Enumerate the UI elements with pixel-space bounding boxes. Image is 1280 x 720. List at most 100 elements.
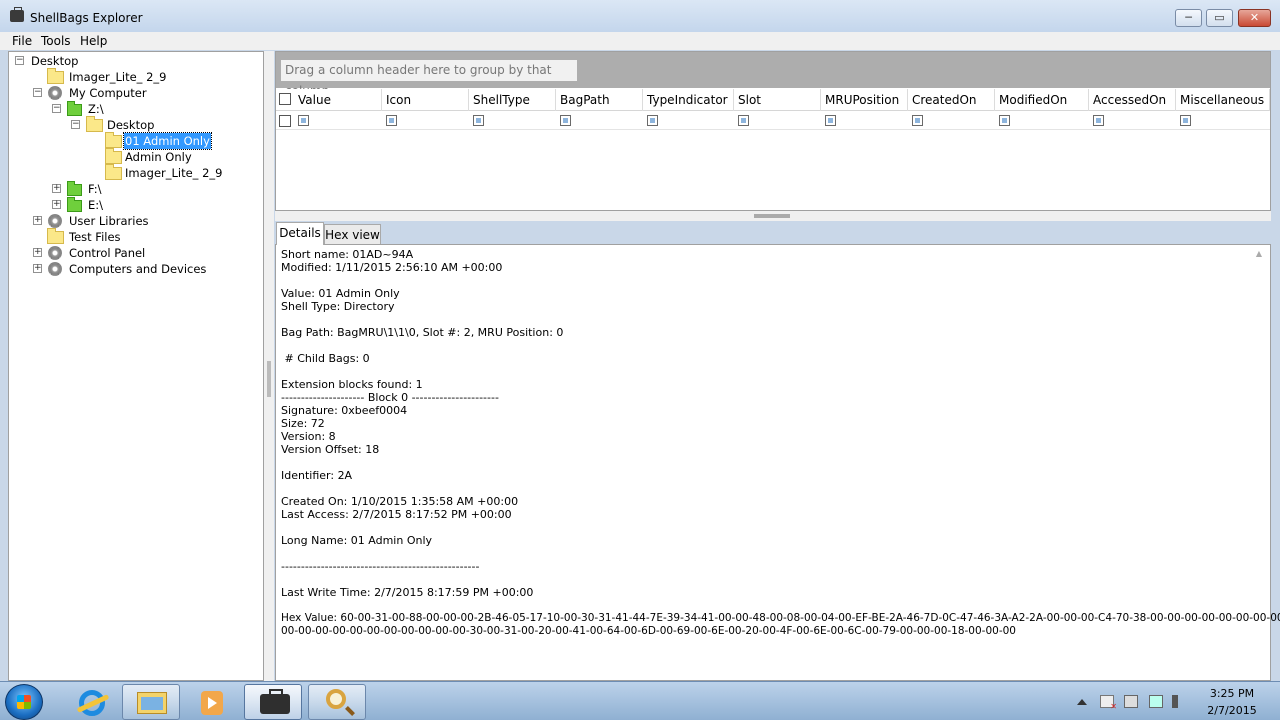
tree-item-user-libraries[interactable]: + User Libraries — [33, 213, 243, 229]
internet-explorer-icon — [79, 690, 105, 716]
gear-icon — [48, 246, 62, 260]
expand-icon[interactable]: + — [52, 200, 61, 209]
expand-icon[interactable]: + — [52, 184, 61, 193]
filter-button-shelltype[interactable] — [473, 115, 484, 126]
collapse-icon[interactable]: − — [15, 56, 24, 65]
tree-item-imager-lite[interactable]: Imager_Lite_ 2_9 — [45, 68, 245, 85]
column-header-accessedon[interactable]: AccessedOn — [1089, 89, 1176, 111]
magnifier-icon — [326, 689, 346, 709]
tree-item-computers-devices[interactable]: + Computers and Devices — [33, 261, 253, 277]
menu-tools[interactable]: Tools — [41, 34, 71, 48]
drive-folder-icon — [67, 101, 82, 116]
tab-hex-view[interactable]: Hex view — [324, 224, 381, 245]
column-header-shelltype[interactable]: ShellType — [469, 89, 556, 111]
collapse-icon[interactable]: − — [33, 88, 42, 97]
devices-icon[interactable] — [1124, 695, 1138, 708]
filter-button-typeindicator[interactable] — [647, 115, 658, 126]
computer-gear-icon — [48, 86, 62, 100]
horizontal-splitter[interactable] — [275, 211, 1271, 221]
taskbar-windows-explorer[interactable] — [122, 684, 180, 720]
close-button[interactable]: ✕ — [1238, 9, 1271, 27]
tree-item-control-panel[interactable]: + Control Panel — [33, 245, 243, 261]
detail-line: --------------------- Block 0 ----------… — [281, 391, 499, 404]
show-hidden-icons-icon[interactable] — [1077, 699, 1087, 705]
briefcase-icon — [260, 689, 290, 714]
column-header-bagpath[interactable]: BagPath — [556, 89, 643, 111]
tree-item-label-selected: 01 Admin Only — [123, 132, 212, 150]
filter-button-icon[interactable] — [386, 115, 397, 126]
taskbar-search-tool[interactable] — [308, 684, 366, 720]
taskbar-media-player[interactable] — [182, 684, 240, 720]
filter-button-slot[interactable] — [738, 115, 749, 126]
tree-item-label: Imager_Lite_ 2_9 — [125, 166, 223, 180]
column-header-miscellaneous[interactable]: Miscellaneous — [1176, 89, 1270, 111]
tree-item-label: E:\ — [88, 198, 104, 212]
expand-icon[interactable]: + — [33, 264, 42, 273]
vertical-splitter[interactable] — [264, 51, 274, 681]
tree-item-label: Control Panel — [69, 246, 146, 260]
group-by-area[interactable]: Drag a column header here to group by th… — [276, 52, 1270, 98]
clock-time[interactable]: 3:25 PM — [1200, 687, 1264, 700]
folder-icon — [105, 164, 122, 180]
clock-date[interactable]: 2/7/2015 — [1200, 704, 1264, 717]
tree-item-label: Computers and Devices — [69, 262, 207, 276]
maximize-button[interactable]: ▭ — [1206, 9, 1233, 27]
column-header-typeindicator[interactable]: TypeIndicator — [643, 89, 734, 111]
tree-item-01-admin-only[interactable]: 01 Admin Only — [105, 132, 255, 150]
folder-icon — [105, 132, 122, 148]
detail-line: 00-00-00-00-00-00-00-00-00-00-00-30-00-3… — [281, 625, 1016, 637]
filter-button-createdon[interactable] — [912, 115, 923, 126]
tree-item-drive-z[interactable]: − Z:\ — [52, 101, 232, 117]
tree-item-desktop[interactable]: − Desktop — [13, 53, 253, 69]
menu-help[interactable]: Help — [80, 34, 107, 48]
tree-item-sub-desktop[interactable]: − Desktop — [71, 116, 241, 133]
filter-button-modifiedon[interactable] — [999, 115, 1010, 126]
menu-bar: File Tools Help — [0, 32, 1280, 50]
network-icon[interactable] — [1149, 695, 1163, 708]
tab-details[interactable]: Details — [276, 222, 324, 245]
volume-icon[interactable] — [1172, 695, 1186, 708]
tree-item-drive-e[interactable]: + E:\ — [52, 197, 232, 213]
tree-item-imager-lite-sub[interactable]: Imager_Lite_ 2_9 — [105, 164, 255, 181]
detail-line: Shell Type: Directory — [281, 300, 395, 313]
collapse-icon[interactable]: − — [52, 104, 61, 113]
menu-file[interactable]: File — [12, 34, 32, 48]
tree-item-drive-f[interactable]: + F:\ — [52, 181, 232, 197]
tree-item-my-computer[interactable]: − My Computer — [33, 85, 243, 101]
column-header-createdon[interactable]: CreatedOn — [908, 89, 995, 111]
taskbar-internet-explorer[interactable] — [62, 684, 120, 720]
media-player-icon — [201, 691, 223, 715]
column-header-value[interactable]: Value — [294, 89, 382, 111]
filter-edit-icon[interactable] — [279, 115, 291, 127]
column-header-mruposition[interactable]: MRUPosition — [821, 89, 908, 111]
taskbar-shellbags-explorer[interactable] — [244, 684, 302, 720]
folder-icon — [105, 148, 122, 164]
filter-button-miscellaneous[interactable] — [1180, 115, 1191, 126]
data-grid: Drag a column header here to group by th… — [275, 51, 1271, 211]
start-button[interactable] — [5, 684, 43, 720]
filter-button-value[interactable] — [298, 115, 309, 126]
minimize-button[interactable]: ─ — [1175, 9, 1202, 27]
filter-button-mruposition[interactable] — [825, 115, 836, 126]
column-header-slot[interactable]: Slot — [734, 89, 821, 111]
detail-line: Modified: 1/11/2015 2:56:10 AM +00:00 — [281, 261, 503, 274]
filter-button-bagpath[interactable] — [560, 115, 571, 126]
scroll-up-icon[interactable]: ▲ — [1256, 249, 1262, 258]
tree-item-label: Imager_Lite_ 2_9 — [69, 70, 167, 84]
column-chooser-icon[interactable] — [279, 93, 291, 105]
splitter-grip-icon[interactable] — [267, 361, 271, 397]
column-header-icon[interactable]: Icon — [382, 89, 469, 111]
expand-icon[interactable]: + — [33, 248, 42, 257]
tree-item-label: User Libraries — [69, 214, 149, 228]
splitter-grip-icon[interactable] — [754, 214, 790, 218]
detail-line: Last Access: 2/7/2015 8:17:52 PM +00:00 — [281, 508, 512, 521]
expand-icon[interactable]: + — [33, 216, 42, 225]
column-header-modifiedon[interactable]: ModifiedOn — [995, 89, 1089, 111]
tree-item-admin-only[interactable]: Admin Only — [105, 148, 255, 165]
collapse-icon[interactable]: − — [71, 120, 80, 129]
filter-button-accessedon[interactable] — [1093, 115, 1104, 126]
folder-icon — [137, 692, 167, 714]
tree-item-label: Z:\ — [88, 102, 104, 116]
action-center-flag-icon[interactable] — [1100, 695, 1117, 711]
tree-item-test-files[interactable]: Test Files — [33, 228, 243, 245]
